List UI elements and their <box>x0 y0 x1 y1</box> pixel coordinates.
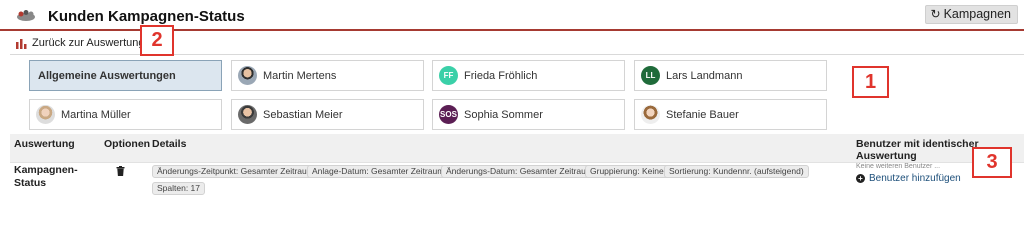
detail-tag: Anlage-Datum: Gesamter Zeitraum <box>307 165 450 178</box>
user-tile-martin-mertens[interactable]: Martin Mertens <box>231 60 424 91</box>
callout-2: 2 <box>140 25 174 56</box>
user-tile-label: Stefanie Bauer <box>666 108 739 121</box>
column-header-details: Details <box>152 138 187 150</box>
campaigns-button[interactable]: ↻ Kampagnen <box>924 5 1018 24</box>
detail-tag: Gruppierung: Keine <box>585 165 669 178</box>
user-tile-label: Sophia Sommer <box>464 108 543 121</box>
avatar <box>238 105 257 124</box>
app-logo-icon <box>17 10 35 21</box>
user-tile-label: Sebastian Meier <box>263 108 343 121</box>
avatar <box>238 66 257 85</box>
detail-tag: Spalten: 17 <box>152 182 206 195</box>
column-header-auswertung: Auswertung <box>14 138 75 150</box>
detail-tag: Sortierung: Kundennr. (aufsteigend) <box>664 165 809 178</box>
user-tile-lars-landmann[interactable]: LL Lars Landmann <box>634 60 827 91</box>
avatar: LL <box>641 66 660 85</box>
bar-chart-icon <box>16 38 27 49</box>
refresh-icon: ↻ <box>930 7 941 21</box>
detail-tag: Änderungs-Zeitpunkt: Gesamter Zeitraum <box>152 165 319 178</box>
add-user-label: Benutzer hinzufügen <box>869 173 961 184</box>
avatar: FF <box>439 66 458 85</box>
add-user-button[interactable]: + Benutzer hinzufügen <box>856 173 961 184</box>
user-tile-general[interactable]: Allgemeine Auswertungen <box>29 60 222 91</box>
user-tile-sebastian-meier[interactable]: Sebastian Meier <box>231 99 424 130</box>
callout-3: 3 <box>972 147 1012 178</box>
column-header-benutzer: Benutzer mit identischer Auswertung <box>856 138 979 162</box>
back-to-report-link[interactable]: Zurück zur Auswertung <box>16 35 145 51</box>
user-tile-label: Martin Mertens <box>263 69 337 82</box>
user-tile-label: Frieda Fröhlich <box>464 69 538 82</box>
trash-icon[interactable] <box>116 166 125 176</box>
user-tile-martina-mueller[interactable]: Martina Müller <box>29 99 222 130</box>
page-title: Kunden Kampagnen-Status <box>48 8 245 25</box>
detail-tag: Änderungs-Datum: Gesamter Zeitraum <box>441 165 598 178</box>
plus-circle-icon: + <box>856 174 865 183</box>
user-tile-sophia-sommer[interactable]: SOS Sophia Sommer <box>432 99 625 130</box>
campaigns-button-label: Kampagnen <box>943 7 1011 21</box>
back-link-label: Zurück zur Auswertung <box>32 37 145 49</box>
user-tile-label: Lars Landmann <box>666 69 743 82</box>
avatar <box>36 105 55 124</box>
report-name: Kampagnen-Status <box>14 164 78 189</box>
user-tile-stefanie-bauer[interactable]: Stefanie Bauer <box>634 99 827 130</box>
no-users-note: Keine weiteren Benutzer ... <box>856 163 941 170</box>
table-header: Auswertung Optionen Details Benutzer mit… <box>10 134 1024 162</box>
user-tile-label: Allgemeine Auswertungen <box>38 69 176 82</box>
avatar: SOS <box>439 105 458 124</box>
callout-1: 1 <box>852 66 889 98</box>
user-tile-frieda-froehlich[interactable]: FF Frieda Fröhlich <box>432 60 625 91</box>
column-header-optionen: Optionen <box>104 138 151 150</box>
user-tile-label: Martina Müller <box>61 108 131 121</box>
avatar <box>641 105 660 124</box>
